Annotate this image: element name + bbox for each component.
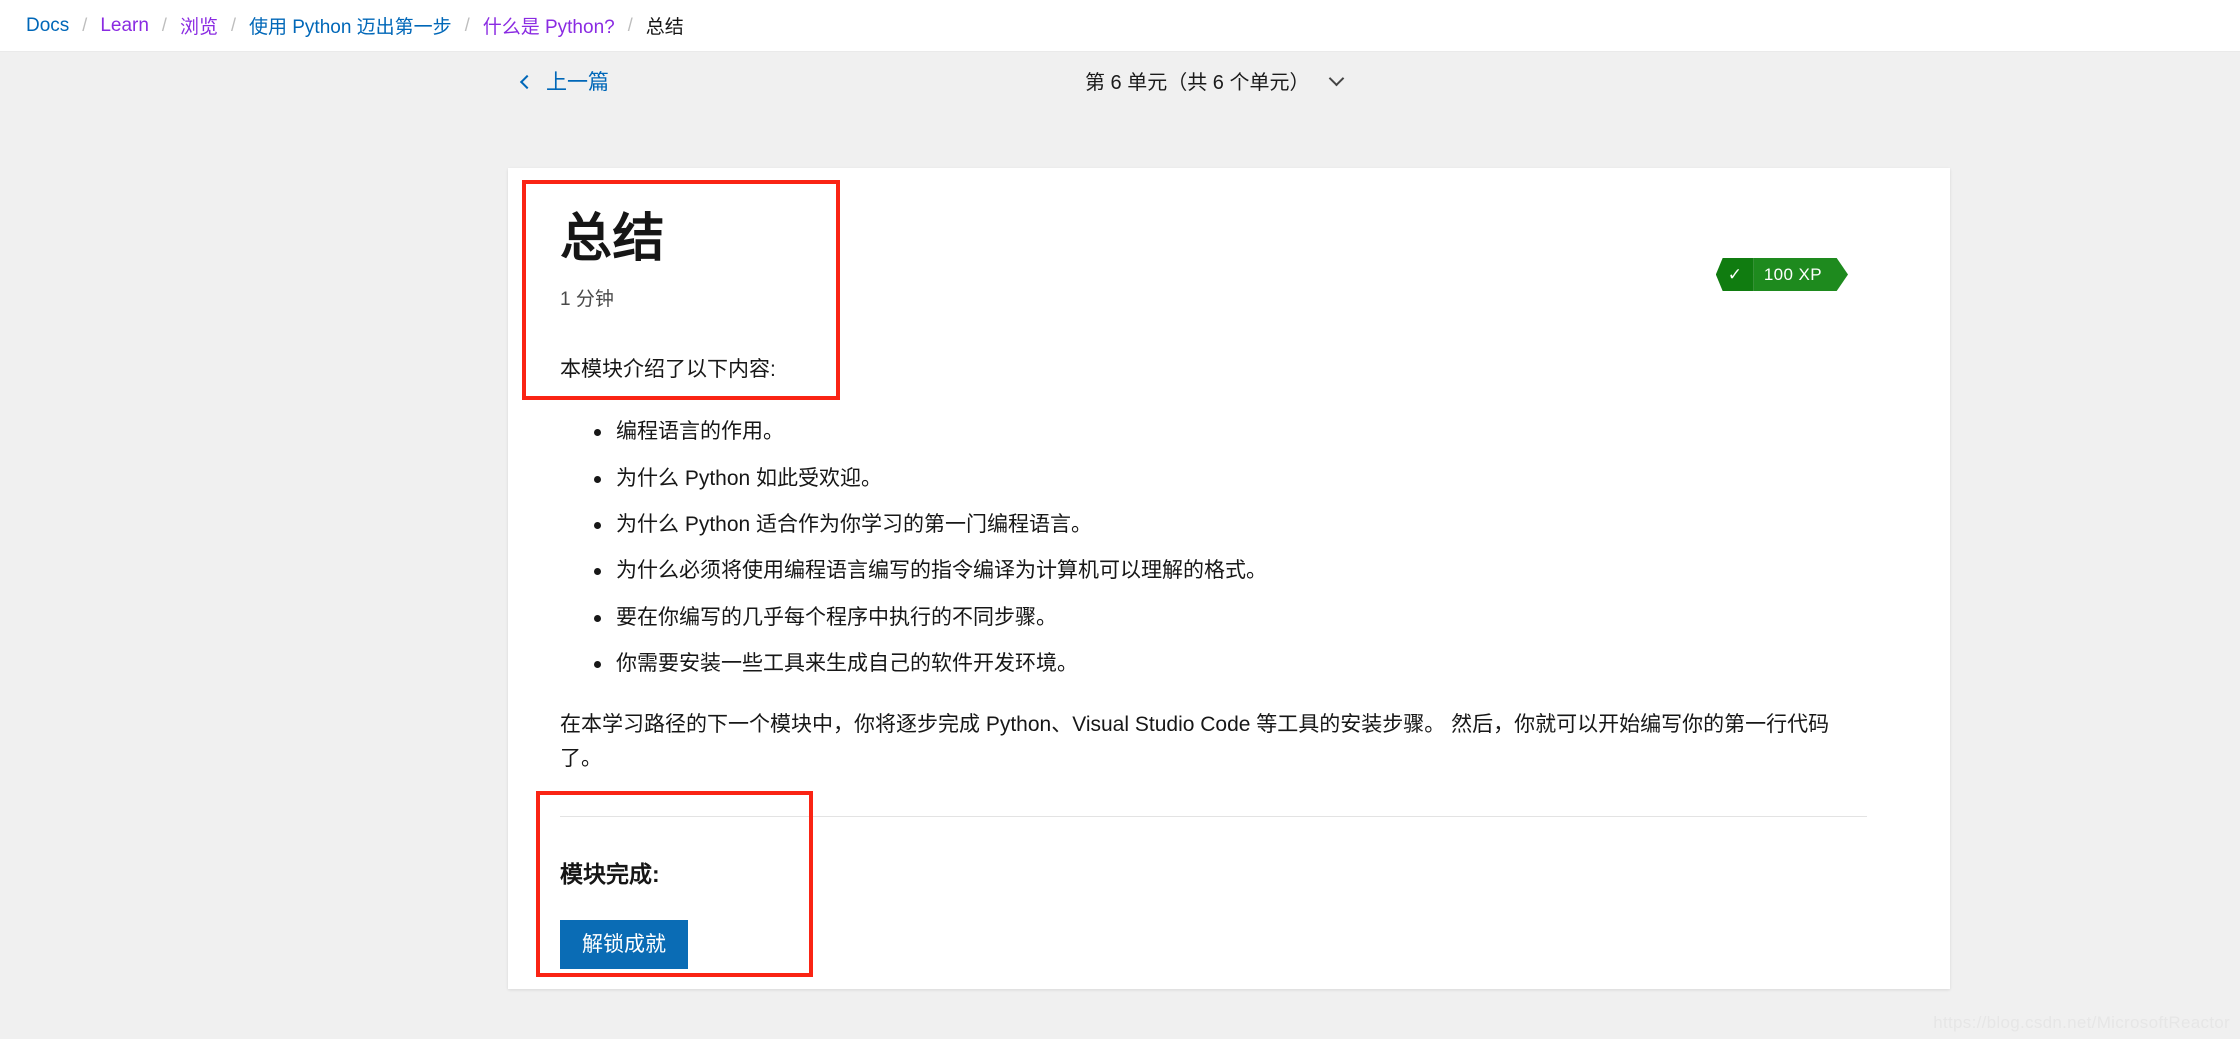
list-item: 为什么 Python 适合作为你学习的第一门编程语言。 bbox=[594, 510, 1890, 540]
chevron-down-icon bbox=[1329, 70, 1345, 86]
unit-selector-label: 第 6 单元（共 6 个单元） bbox=[1085, 72, 1310, 94]
unlock-achievement-button[interactable]: 解锁成就 bbox=[560, 919, 688, 969]
breadcrumb-separator: / bbox=[161, 15, 167, 35]
intro-text: 本模块介绍了以下内容: bbox=[560, 357, 776, 381]
unit-content-card: 总结 1 分钟 ✓ 100 XP 本模块介绍了以下内容: 编程语言的作用。 为什… bbox=[508, 168, 1950, 989]
list-item: 你需要安装一些工具来生成自己的软件开发环境。 bbox=[594, 649, 1890, 679]
breadcrumb-item-browse[interactable]: 浏览 bbox=[180, 12, 218, 39]
list-item: 要在你编写的几乎每个程序中执行的不同步骤。 bbox=[594, 603, 1890, 633]
list-item: 编程语言的作用。 bbox=[594, 417, 1890, 447]
read-time-label: 1 分钟 bbox=[560, 288, 614, 310]
breadcrumb-separator: / bbox=[627, 15, 633, 35]
list-item: 为什么 Python 如此受欢迎。 bbox=[594, 464, 1890, 494]
breadcrumb-item-path[interactable]: 使用 Python 迈出第一步 bbox=[249, 12, 452, 39]
breadcrumb-item-learn[interactable]: Learn bbox=[100, 15, 149, 37]
watermark: https://blog.csdn.net/MicrosoftReactor bbox=[1933, 1013, 2230, 1032]
breadcrumb-separator: / bbox=[464, 15, 470, 35]
breadcrumb-item-docs[interactable]: Docs bbox=[26, 15, 69, 37]
xp-badge: ✓ 100 XP bbox=[1715, 258, 1848, 291]
section-divider bbox=[560, 815, 1867, 817]
list-item: 为什么必须将使用编程语言编写的指令编译为计算机可以理解的格式。 bbox=[594, 556, 1890, 586]
breadcrumb-separator: / bbox=[82, 15, 88, 35]
title-row: 总结 1 分钟 ✓ 100 XP bbox=[560, 212, 1890, 311]
unit-navigation: 上一篇 第 6 单元（共 6 个单元） bbox=[0, 52, 2240, 110]
check-icon: ✓ bbox=[1715, 258, 1754, 291]
breadcrumb: Docs / Learn / 浏览 / 使用 Python 迈出第一步 / 什么… bbox=[0, 0, 2240, 52]
summary-bullet-list: 编程语言的作用。 为什么 Python 如此受欢迎。 为什么 Python 适合… bbox=[560, 417, 1890, 680]
page-title: 总结 bbox=[560, 210, 666, 268]
unit-selector-dropdown[interactable]: 第 6 单元（共 6 个单元） bbox=[1085, 66, 1345, 95]
breadcrumb-item-current: 总结 bbox=[645, 17, 684, 38]
xp-value-label: 100 XP bbox=[1753, 258, 1848, 291]
closing-paragraph: 在本学习路径的下一个模块中，你将逐步完成 Python、Visual Studi… bbox=[560, 712, 1830, 770]
card-inner: 总结 1 分钟 ✓ 100 XP 本模块介绍了以下内容: 编程语言的作用。 为什… bbox=[508, 168, 1950, 989]
previous-unit-label: 上一篇 bbox=[546, 71, 609, 94]
page-body: 上一篇 第 6 单元（共 6 个单元） 总结 1 分钟 ✓ 100 XP 本模块… bbox=[0, 52, 2240, 1039]
breadcrumb-separator: / bbox=[230, 15, 236, 35]
chevron-left-icon bbox=[519, 74, 535, 89]
breadcrumb-item-module[interactable]: 什么是 Python? bbox=[483, 12, 615, 39]
completion-heading: 模块完成: bbox=[560, 860, 660, 887]
previous-unit-link[interactable]: 上一篇 bbox=[519, 66, 609, 96]
